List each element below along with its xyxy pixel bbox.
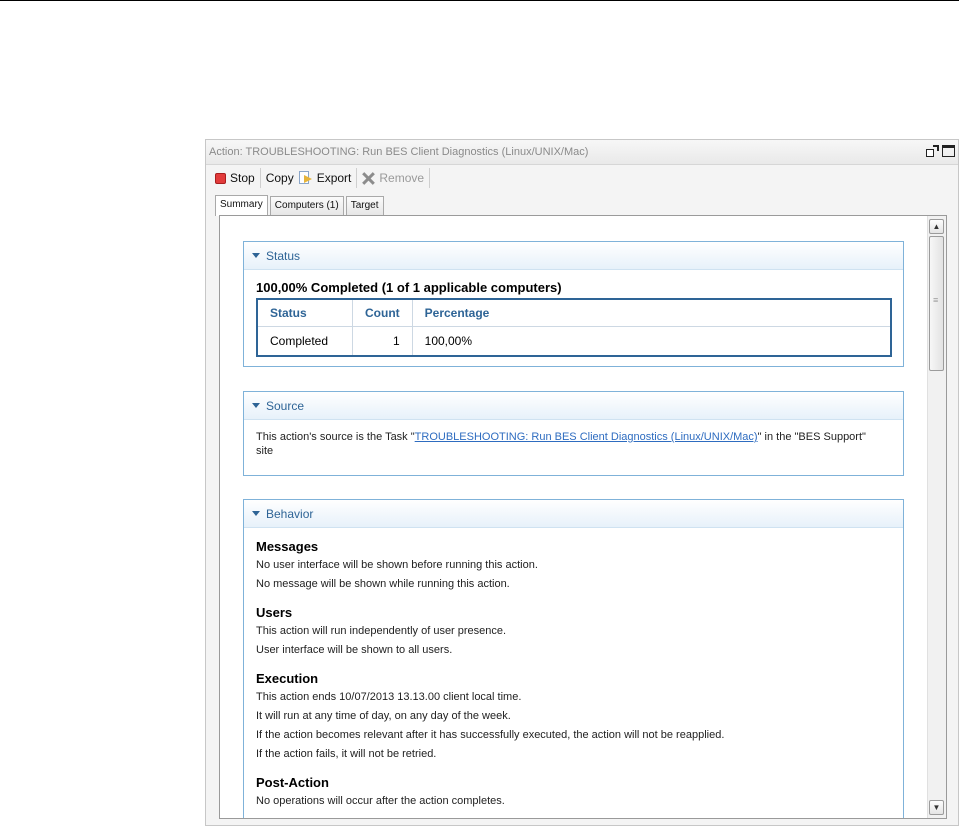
- status-section: Status 100,00% Completed (1 of 1 applica…: [243, 241, 904, 367]
- toolbar-separator: [429, 168, 431, 188]
- tab-target[interactable]: Target: [345, 196, 384, 215]
- column-header-percentage[interactable]: Percentage: [411, 299, 891, 327]
- summary-panel: Status 100,00% Completed (1 of 1 applica…: [219, 215, 947, 819]
- column-header-status[interactable]: Status: [257, 299, 353, 327]
- group-line: This action ends 10/07/2013 13.13.00 cli…: [256, 691, 522, 703]
- tab-bar: Summary Computers (1) Target: [215, 195, 384, 216]
- copy-button[interactable]: Copy: [261, 167, 299, 189]
- scroll-thumb[interactable]: [929, 236, 944, 371]
- cell-percentage: 100,00%: [411, 326, 891, 356]
- remove-icon: [362, 172, 375, 185]
- table-row[interactable]: Completed 1 100,00%: [257, 326, 891, 356]
- group-line: User interface will be shown to all user…: [256, 644, 453, 656]
- export-button[interactable]: Export: [298, 167, 357, 189]
- scroll-up-button[interactable]: ▲: [929, 219, 944, 234]
- window-title: Action: TROUBLESHOOTING: Run BES Client …: [209, 146, 589, 158]
- source-description: This action's source is the Task "TROUBL…: [256, 430, 886, 458]
- status-section-header[interactable]: Status: [244, 242, 903, 270]
- group-line: No operations will occur after the actio…: [256, 795, 505, 807]
- table-header-row: Status Count Percentage: [257, 299, 891, 327]
- collapse-chevron-icon: [252, 403, 260, 408]
- tab-summary[interactable]: Summary: [215, 195, 268, 216]
- cell-count: 1: [352, 326, 413, 356]
- behavior-group-messages: Messages No user interface will be shown…: [256, 538, 886, 594]
- vertical-scrollbar[interactable]: ▲ ▼: [927, 216, 946, 818]
- remove-label: Remove: [379, 171, 425, 185]
- completion-summary: 100,00% Completed (1 of 1 applicable com…: [256, 280, 562, 295]
- status-table: Status Count Percentage Completed 1 100,…: [256, 298, 892, 357]
- behavior-details: Messages No user interface will be shown…: [256, 538, 886, 818]
- remove-button[interactable]: Remove: [357, 167, 429, 189]
- status-heading: Status: [266, 248, 301, 263]
- source-text-before: This action's source is the Task ": [256, 431, 415, 443]
- group-line: This action will run independently of us…: [256, 625, 507, 637]
- behavior-section-header[interactable]: Behavior: [244, 500, 903, 528]
- scroll-down-button[interactable]: ▼: [929, 800, 944, 815]
- collapse-chevron-icon: [252, 253, 260, 258]
- group-title: Users: [256, 605, 293, 620]
- copy-label: Copy: [265, 171, 294, 185]
- stop-label: Stop: [230, 171, 255, 185]
- collapse-chevron-icon: [252, 511, 260, 516]
- group-line: If the action becomes relevant after it …: [256, 729, 725, 741]
- cell-status: Completed: [270, 334, 329, 348]
- tab-computers[interactable]: Computers (1): [269, 196, 344, 215]
- source-section-header[interactable]: Source: [244, 392, 903, 420]
- window-controls: [926, 145, 955, 159]
- group-title: Execution: [256, 671, 319, 686]
- behavior-heading: Behavior: [266, 506, 314, 521]
- group-line: No user interface will be shown before r…: [256, 559, 538, 571]
- group-line: If the action fails, it will not be retr…: [256, 748, 437, 760]
- behavior-group-users: Users This action will run independently…: [256, 604, 886, 660]
- column-header-count[interactable]: Count: [352, 299, 413, 327]
- source-heading: Source: [266, 398, 305, 413]
- behavior-section: Behavior Messages No user interface will…: [243, 499, 904, 818]
- behavior-group-execution: Execution This action ends 10/07/2013 13…: [256, 670, 886, 764]
- group-line: It will run at any time of day, on any d…: [256, 710, 511, 722]
- toolbar: Stop Copy Export Remove: [206, 165, 958, 191]
- source-section: Source This action's source is the Task …: [243, 391, 904, 476]
- top-rule: [0, 0, 959, 1]
- group-title: Messages: [256, 539, 319, 554]
- title-bar: Action: TROUBLESHOOTING: Run BES Client …: [206, 140, 958, 165]
- action-window: Action: TROUBLESHOOTING: Run BES Client …: [205, 139, 959, 826]
- export-icon: [298, 171, 313, 185]
- maximize-icon[interactable]: [942, 145, 955, 157]
- export-label: Export: [316, 171, 352, 185]
- source-task-link[interactable]: TROUBLESHOOTING: Run BES Client Diagnost…: [415, 431, 758, 443]
- restore-icon[interactable]: [926, 145, 939, 157]
- group-line: No message will be shown while running t…: [256, 578, 510, 590]
- stop-button[interactable]: Stop: [210, 167, 260, 189]
- stop-icon: [215, 172, 226, 184]
- group-title: Post-Action: [256, 775, 329, 790]
- behavior-group-post-action: Post-Action No operations will occur aft…: [256, 774, 886, 811]
